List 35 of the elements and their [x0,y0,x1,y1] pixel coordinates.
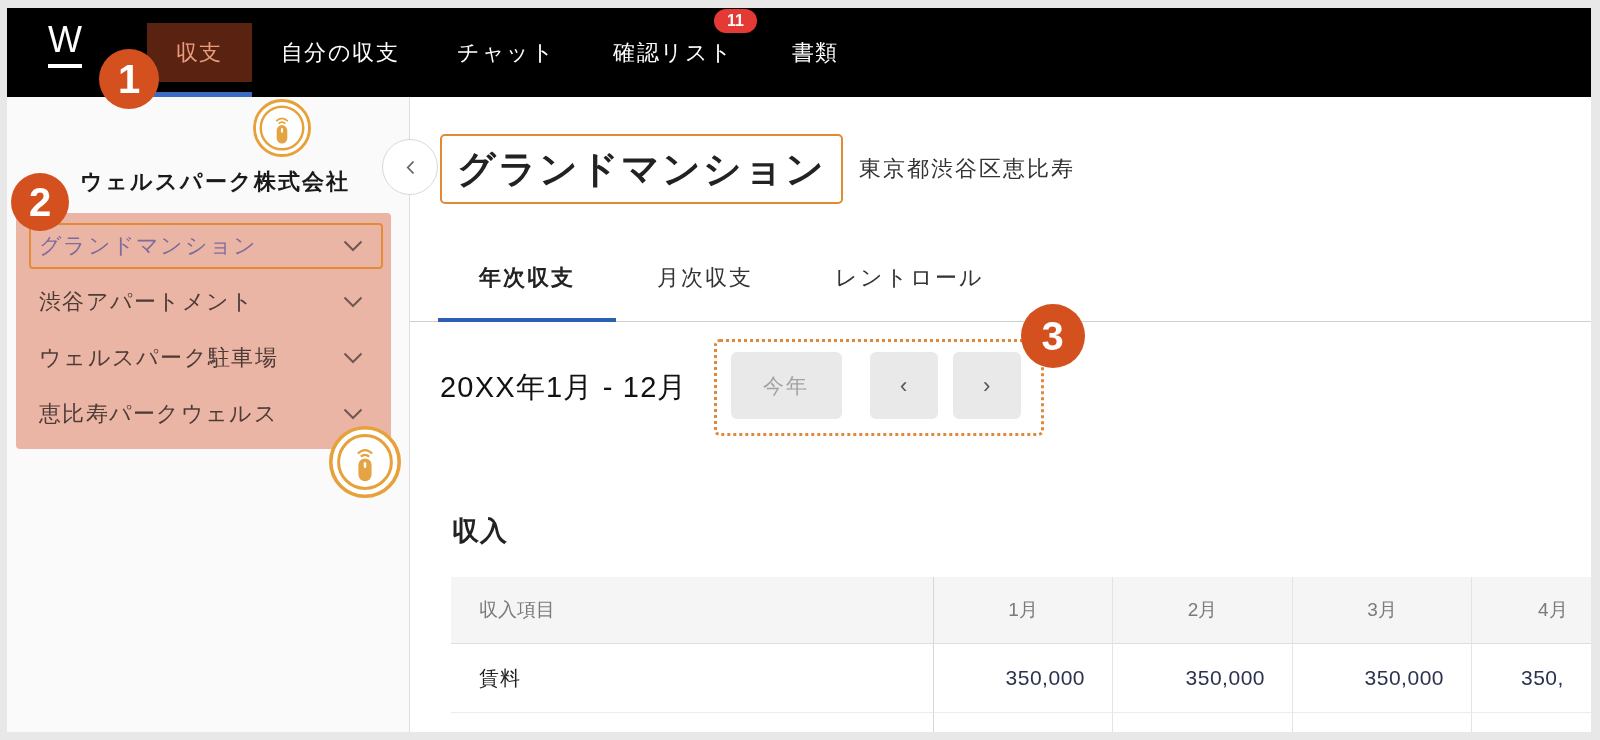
table-cell: 350,000 [934,644,1113,713]
company-name: ウェルスパーク株式会社 [80,168,350,196]
table-cell: 賃料 [451,644,934,713]
period-label: 20XX年1月 - 12月 [440,369,688,405]
chevron-down-icon [343,296,363,308]
chevron-down-icon [343,240,363,252]
mouse-click-icon [329,426,401,498]
property-address: 東京都渋谷区恵比寿 [859,155,1075,183]
chevron-left-icon [405,159,415,175]
nav-tab[interactable]: 収支 [147,23,252,97]
section-heading: 収入 [452,515,508,548]
previous-button[interactable]: ‹ [869,352,938,419]
column-header: 2月 [1113,577,1293,644]
column-header: 1月 [934,577,1113,644]
notification-badge: 11 [714,9,757,33]
column-header: 3月 [1293,577,1472,644]
step-badge: 3 [1020,304,1085,368]
property-item[interactable]: 恵比寿パークウェルス [29,391,383,437]
table-cell: 350, [1472,644,1591,713]
property-item[interactable]: ウェルスパーク駐車場 [29,335,383,381]
view-tab[interactable]: 月次収支 [616,248,794,322]
logo: W [48,20,82,68]
table-cell: 350,000 [1113,644,1293,713]
view-tab[interactable]: 年次収支 [438,248,616,322]
chevron-down-icon [343,408,363,420]
table-cell: 350,000 [1293,644,1472,713]
column-header: 収入項目 [451,577,934,644]
column-header: 4月 [1472,577,1591,644]
property-title: グランドマンション [440,134,843,204]
nav-tab[interactable]: 書類 [763,23,868,97]
property-item[interactable]: 渋谷アパートメント [29,279,383,325]
nav-tab[interactable]: 自分の収支 [252,23,429,97]
nav-tab[interactable]: チャット [428,23,585,97]
chevron-down-icon [343,352,363,364]
next-button[interactable]: › [952,352,1021,419]
